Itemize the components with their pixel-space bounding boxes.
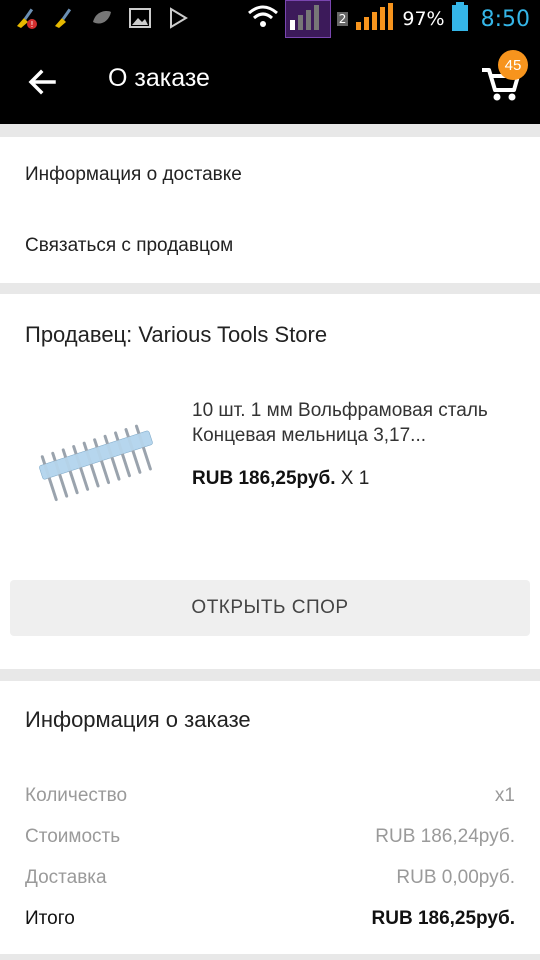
battery-percent: 97% xyxy=(402,8,445,30)
order-row-value: RUB 186,24руб. xyxy=(375,826,515,847)
seller-title: Продавец: Various Tools Store xyxy=(25,322,328,347)
svg-text:!: ! xyxy=(30,20,33,29)
play-store-icon xyxy=(166,6,190,30)
order-row-label: Стоимость xyxy=(25,826,121,847)
product-image[interactable] xyxy=(30,410,165,510)
image-icon xyxy=(128,6,152,30)
order-info-title: Информация о заказе xyxy=(25,707,251,732)
order-row-total: Итого RUB 186,25руб. xyxy=(25,908,515,934)
order-row-cost: Стоимость RUB 186,24руб. xyxy=(25,826,515,852)
order-row-value: RUB 0,00руб. xyxy=(396,867,515,888)
product-price-line: RUB 186,25руб. X 1 xyxy=(192,468,369,490)
signal-icon xyxy=(354,2,396,36)
page-title: О заказе xyxy=(108,64,210,92)
links-card xyxy=(0,137,540,283)
cart-count-badge: 45 xyxy=(498,50,528,80)
wifi-icon xyxy=(247,4,279,34)
clock: 8:50 xyxy=(480,6,530,32)
broom-icon xyxy=(52,6,76,30)
product-name[interactable]: 10 шт. 1 мм Вольфрамовая сталь Концевая … xyxy=(192,398,522,448)
open-dispute-button[interactable]: ОТКРЫТЬ СПОР xyxy=(10,580,530,636)
order-row-delivery: Доставка RUB 0,00руб. xyxy=(25,867,515,893)
order-row-label: Количество xyxy=(25,785,128,806)
order-row-value: x1 xyxy=(494,785,515,806)
battery-icon xyxy=(451,2,469,36)
order-row-label: Доставка xyxy=(25,867,107,888)
delivery-info-link[interactable]: Информация о доставке xyxy=(25,164,242,186)
back-button[interactable] xyxy=(22,62,62,102)
signal-icon xyxy=(284,0,331,38)
arrow-left-icon xyxy=(28,69,56,95)
broom-alert-icon: ! xyxy=(14,6,38,30)
order-row-label: Итого xyxy=(25,908,75,929)
leaf-icon xyxy=(90,6,114,30)
contact-seller-link[interactable]: Связаться с продавцом xyxy=(25,235,233,257)
status-bar: ! 2 97% 8:50 xyxy=(0,0,540,38)
app-bar: О заказе 45 xyxy=(0,38,540,124)
order-row-quantity: Количество x1 xyxy=(25,785,515,811)
product-quantity: X 1 xyxy=(340,468,370,489)
product-price: RUB 186,25руб. xyxy=(192,468,336,489)
order-row-value: RUB 186,25руб. xyxy=(371,908,516,929)
sim-label: 2 xyxy=(336,12,349,26)
